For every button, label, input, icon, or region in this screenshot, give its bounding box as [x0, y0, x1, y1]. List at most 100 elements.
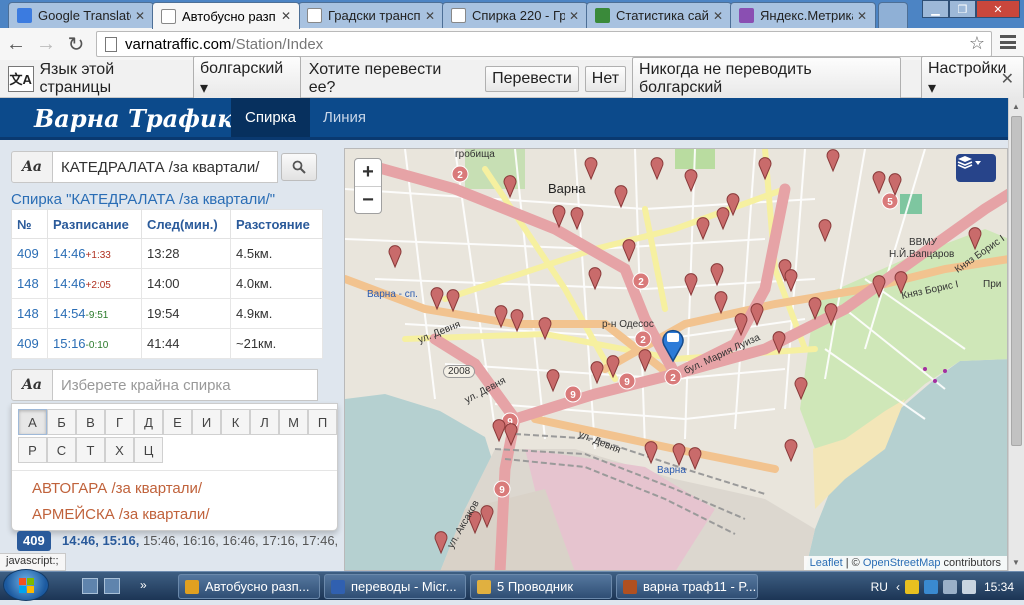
zoom-in-button[interactable]: +	[355, 159, 381, 186]
table-row[interactable]: 148 14:54-9:51 19:54 4.9км.	[11, 298, 323, 329]
letter-button[interactable]: Л	[250, 409, 279, 435]
tray-update-icon[interactable]	[923, 579, 938, 594]
destination-option[interactable]: АВТОГАРА /за квартали/	[32, 480, 202, 497]
letter-button[interactable]: Б	[47, 409, 76, 435]
no-button[interactable]: Нет	[584, 65, 627, 92]
letter-button[interactable]: К	[221, 409, 250, 435]
letter-button[interactable]: П	[308, 409, 337, 435]
url-input[interactable]: varnatraffic.com/Station/Index ☆	[96, 31, 992, 57]
tray-alert-icon[interactable]	[904, 579, 919, 594]
letter-button[interactable]: С	[47, 437, 76, 463]
tab-google-translate[interactable]: Google Translate ✕	[8, 2, 154, 28]
departure-times-rest: 15:46, 16:16, 16:46, 17:16, 17:46,	[143, 533, 339, 548]
browser-menu-icon[interactable]	[1000, 34, 1016, 50]
scroll-down-icon[interactable]: ▼	[1012, 558, 1020, 567]
table-row[interactable]: 409 14:46+1:33 13:28 4.5км.	[11, 238, 323, 269]
table-row[interactable]: 148 14:46+2:05 14:00 4.0км.	[11, 268, 323, 299]
letter-button[interactable]: В	[76, 409, 105, 435]
close-icon[interactable]: ✕	[135, 9, 145, 23]
line-number[interactable]: 409	[11, 238, 48, 269]
volume-icon[interactable]	[961, 579, 976, 594]
stop-input[interactable]: КАТЕДРАЛАТА /за квартали/	[52, 151, 278, 183]
page-favicon-icon	[451, 8, 466, 23]
chevron-right-icon[interactable]: »	[140, 578, 156, 594]
reload-icon[interactable]: ↻	[62, 30, 90, 58]
arrival-time: 14:54	[53, 306, 86, 321]
tab-bus-schedule[interactable]: Автобусно разп ✕	[152, 2, 300, 29]
language-indicator[interactable]: RU	[871, 580, 888, 594]
chevron-left-icon[interactable]: ‹	[896, 580, 900, 594]
nav-line[interactable]: Линия	[309, 98, 380, 137]
show-desktop-icon[interactable]	[104, 578, 120, 594]
close-icon[interactable]: ✕	[281, 9, 291, 23]
letter-button[interactable]: А	[18, 409, 47, 435]
never-translate-button[interactable]: Никогда не переводить болгарский	[632, 56, 901, 101]
language-select[interactable]: болгарский ▾	[193, 55, 301, 102]
back-arrow-icon[interactable]: ←	[2, 30, 30, 58]
search-button[interactable]	[281, 153, 317, 181]
schedule-table: № Разписание След(мин.) Разстояние 409 1…	[11, 209, 323, 359]
close-icon[interactable]: ✕	[569, 9, 579, 23]
start-button[interactable]	[3, 569, 49, 601]
city-map[interactable]: 222 992 995 Варна гробища р-н Одесос ул.…	[344, 148, 1008, 571]
tab-city-transport[interactable]: Градски трансп ✕	[298, 2, 444, 28]
line-number[interactable]: 148	[11, 298, 48, 329]
zoom-out-button[interactable]: −	[355, 186, 381, 213]
line-number[interactable]: 148	[11, 268, 48, 299]
letter-button[interactable]: Х	[105, 437, 134, 463]
window-close-icon[interactable]: ✕	[976, 0, 1020, 18]
line-badge[interactable]: 409	[17, 531, 51, 551]
letter-button[interactable]: Д	[134, 409, 163, 435]
leaflet-link[interactable]: Leaflet	[810, 557, 843, 569]
keyboard-toggle-button[interactable]: Aa	[11, 369, 53, 401]
letter-button[interactable]: М	[279, 409, 308, 435]
table-row[interactable]: 409 15:16-0:10 41:44 ~21км.	[11, 328, 323, 359]
tab-yandex-metrika[interactable]: Яндекс.Метрика ✕	[730, 2, 876, 28]
translate-prompt: Хотите перевести ее?	[308, 60, 442, 96]
network-icon[interactable]	[942, 579, 957, 594]
taskbar-item-word[interactable]: переводы - Micr...	[324, 574, 466, 599]
tab-title: Градски трансп	[328, 8, 421, 23]
clock[interactable]: 15:34	[984, 580, 1014, 594]
tab-site-statistics[interactable]: Статистика сайт ✕	[586, 2, 732, 28]
taskbar-label: переводы - Micr...	[351, 579, 457, 594]
close-icon[interactable]: ✕	[713, 9, 723, 23]
taskbar-item-chrome[interactable]: Автобусно разп...	[178, 574, 320, 599]
letter-button[interactable]: Т	[76, 437, 105, 463]
close-icon[interactable]: ✕	[425, 9, 435, 23]
line-number[interactable]: 409	[11, 328, 48, 359]
minimize-icon[interactable]: ▁	[922, 0, 949, 18]
restore-icon[interactable]: ❐	[949, 0, 976, 18]
translate-button[interactable]: Перевести	[485, 65, 579, 92]
bookmark-star-icon[interactable]: ☆	[969, 33, 985, 54]
letter-button[interactable]: Г	[105, 409, 134, 435]
quicklaunch-icon[interactable]	[82, 578, 98, 594]
yandex-metrika-favicon-icon	[739, 8, 754, 23]
new-tab-button[interactable]	[878, 2, 908, 28]
letter-button[interactable]: Ц	[134, 437, 163, 463]
layers-button[interactable]	[956, 154, 996, 182]
tab-stop-220[interactable]: Спирка 220 - Гр ✕	[442, 2, 588, 28]
close-icon[interactable]: ✕	[1001, 69, 1014, 89]
map-attribution: Leaflet | © OpenStreetMap contributors	[803, 556, 1007, 570]
letter-button[interactable]: Р	[18, 437, 47, 463]
site-logo[interactable]: Варна Трафикbeta	[34, 104, 259, 133]
destination-dropdown: А Б В Г Д Е И К Л М П Р С Т Х Ц АВТОГАРА…	[11, 403, 338, 531]
destination-option[interactable]: АРМЕЙСКА /за квартали/	[32, 506, 209, 523]
page-scrollbar[interactable]: ▲ ▼	[1008, 98, 1024, 571]
distance: 4.9км.	[230, 298, 323, 329]
map-label: гробища	[455, 149, 495, 160]
letter-button[interactable]: И	[192, 409, 221, 435]
keyboard-toggle-button[interactable]: Aa	[11, 151, 53, 183]
destination-input[interactable]: Изберете крайна спирка	[52, 369, 318, 401]
scroll-up-icon[interactable]: ▲	[1012, 102, 1020, 111]
taskbar-item-explorer[interactable]: 5 Проводник	[470, 574, 612, 599]
nav-stop[interactable]: Спирка	[231, 98, 310, 137]
osm-link[interactable]: OpenStreetMap	[863, 557, 941, 569]
forward-arrow-icon[interactable]: →	[32, 30, 60, 58]
letter-button[interactable]: Е	[163, 409, 192, 435]
stop-search: Aa КАТЕДРАЛАТА /за квартали/	[11, 151, 321, 183]
scroll-thumb[interactable]	[1011, 116, 1022, 446]
taskbar-item-paint[interactable]: варна траф11 - P...	[616, 574, 758, 599]
close-icon[interactable]: ✕	[857, 9, 867, 23]
